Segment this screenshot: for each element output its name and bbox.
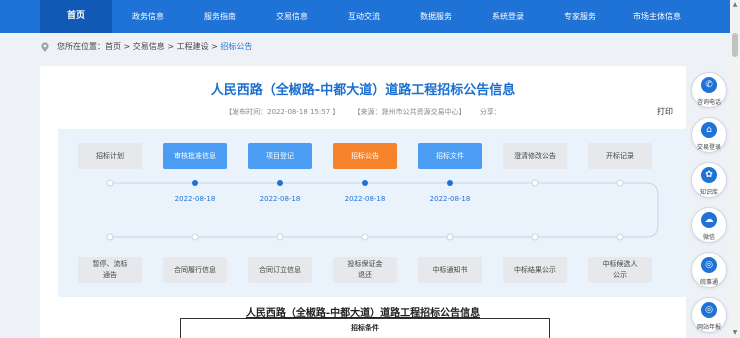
table-header: 招标条件	[351, 323, 379, 332]
step-date: 2022-08-18	[344, 195, 386, 203]
side-wechat[interactable]: ☁ 微信	[691, 207, 727, 243]
nav-service-guide[interactable]: 服务指南	[184, 0, 256, 33]
step-approval-info[interactable]: 审核批准信息	[163, 143, 227, 169]
step-date: 2022-08-18	[259, 195, 301, 203]
step-contract-performance[interactable]: 合同履行信息	[163, 257, 227, 283]
step-suspension-notice[interactable]: 暂停、流标 通告	[78, 257, 142, 283]
step-opening-record[interactable]: 开标记录	[588, 143, 652, 169]
breadcrumb-trail: 您所在位置：首页 > 交易信息 > 工程建设 > 招标公告	[57, 40, 252, 54]
knowledge-icon: ✿	[701, 167, 717, 183]
step-bidding-plan[interactable]: 招标计划	[78, 143, 142, 169]
process-flow: 招标计划 审核批准信息 项目登记 招标公告 招标文件 澄清修改公告 开标记录 2…	[58, 129, 688, 297]
print-button[interactable]: 打印	[657, 106, 673, 117]
nav-expert-service[interactable]: 专家服务	[544, 0, 616, 33]
side-knowledge-base[interactable]: ✿ 知识库	[691, 162, 727, 198]
step-clarification-notice[interactable]: 澄清修改公告	[503, 143, 567, 169]
share-label[interactable]: 分享：	[480, 108, 501, 116]
nav-trade-info[interactable]: 交易信息	[256, 0, 328, 33]
side-trade-login[interactable]: ⌂ 交易登录	[691, 117, 727, 153]
breadcrumb-current[interactable]: 招标公告	[220, 42, 252, 51]
top-navigation: 首页 政务信息 服务指南 交易信息 互动交流 数据服务 系统登录 专家服务 市场…	[0, 0, 740, 33]
nav-interaction[interactable]: 互动交流	[328, 0, 400, 33]
step-award-notice[interactable]: 中标通知书	[418, 257, 482, 283]
wechat-icon: ☁	[701, 212, 717, 228]
page-title: 人民西路（全椒路-中都大道）道路工程招标公告信息	[210, 83, 516, 98]
scroll-thumb[interactable]	[732, 33, 738, 57]
side-label: 微信	[702, 234, 715, 241]
side-label: 咨询电话	[696, 99, 721, 106]
annual-report-icon: ◎	[701, 302, 717, 318]
step-date: 2022-08-18	[429, 195, 471, 203]
scroll-up-arrow-icon[interactable]: ▲	[730, 0, 740, 10]
side-wanshitong[interactable]: ◎ 皖事通	[691, 252, 727, 288]
notice-meta: 【发布时间：2022-08-18 15:57 】 【来源：滁州市公共资源交易中心…	[40, 107, 686, 117]
login-icon: ⌂	[701, 122, 717, 138]
step-project-registration[interactable]: 项目登记	[248, 143, 312, 169]
step-bid-announcement[interactable]: 招标公告	[333, 143, 397, 169]
step-date: 2022-08-18	[174, 195, 216, 203]
step-deposit-refund[interactable]: 投标保证金 退还	[333, 257, 397, 283]
nav-government-info[interactable]: 政务信息	[112, 0, 184, 33]
breadcrumb-path[interactable]: 您所在位置：首页 > 交易信息 > 工程建设 >	[57, 42, 220, 51]
side-label: 交易登录	[696, 144, 721, 151]
phone-icon: ✆	[701, 77, 717, 93]
side-annual-report[interactable]: ◎ 网站年报	[691, 297, 727, 333]
publish-time: 【发布时间：2022-08-18 15:57 】	[225, 108, 340, 116]
side-label: 皖事通	[699, 279, 718, 286]
step-bid-documents[interactable]: 招标文件	[418, 143, 482, 169]
document-table: 招标条件	[180, 318, 550, 338]
step-candidate-publicity[interactable]: 中标候选人 公示	[588, 257, 652, 283]
scroll-down-arrow-icon[interactable]: ▼	[730, 328, 740, 338]
side-label: 网站年报	[696, 324, 721, 331]
content-card: 人民西路（全椒路-中都大道）道路工程招标公告信息 【发布时间：2022-08-1…	[40, 66, 688, 338]
document-title: 人民西路（全椒路-中都大道）道路工程招标公告信息	[245, 308, 481, 319]
vertical-scrollbar[interactable]: ▲ ▼	[730, 0, 740, 338]
nav-market-entity[interactable]: 市场主体信息	[616, 0, 698, 33]
nav-data-service[interactable]: 数据服务	[400, 0, 472, 33]
nav-home[interactable]: 首页	[40, 0, 112, 33]
side-consult-phone[interactable]: ✆ 咨询电话	[691, 72, 727, 108]
step-contract-signing[interactable]: 合同订立信息	[248, 257, 312, 283]
wanshitong-icon: ◎	[701, 257, 717, 273]
side-label: 知识库	[699, 189, 718, 196]
location-icon	[41, 42, 49, 52]
step-award-result[interactable]: 中标结果公示	[503, 257, 567, 283]
nav-system-login[interactable]: 系统登录	[472, 0, 544, 33]
notice-source: 【来源：滁州市公共资源交易中心】	[353, 108, 466, 116]
